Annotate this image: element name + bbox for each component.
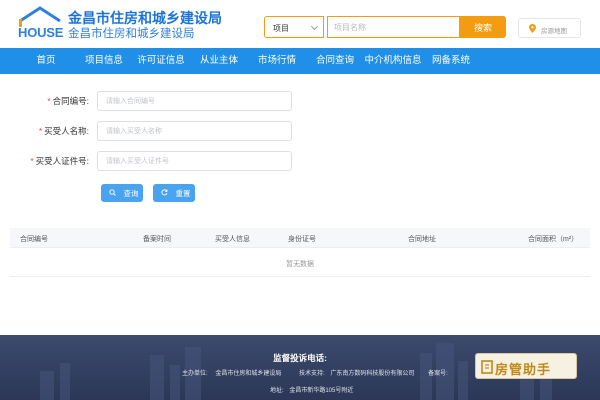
search-input[interactable] (327, 16, 460, 38)
required-mark: * (47, 96, 51, 106)
tech-support-label: 技术支持: (299, 371, 325, 377)
address-label: 地址: (270, 388, 284, 394)
icp-label: 备案号: (428, 371, 448, 377)
column-header: 合同地址 (408, 236, 436, 243)
footer-address-line: 地址: 金昌市新华路105号附近 (0, 385, 600, 394)
column-header: 合同面积（m²） (528, 236, 579, 243)
empty-message: 暂无数据 (286, 261, 314, 268)
main-nav: 首页 项目信息 许可证信息 从业主体 市场行情 合同查询 中介机构信息 网备系统 (0, 48, 600, 74)
contract-number-field[interactable] (97, 91, 292, 111)
nav-item-permits[interactable]: 许可证信息 (137, 48, 185, 74)
required-mark: * (38, 126, 43, 136)
contract-number-row: * 合同编号: (0, 91, 300, 111)
org-subtitle: 金昌市住房和城乡建设局 (68, 28, 195, 40)
nav-item-projects[interactable]: 项目信息 (85, 48, 123, 74)
buyer-id-label: * 买受人证件号: (30, 156, 89, 166)
sponsor-value: 金昌市住房和城乡建设局 (215, 371, 282, 377)
required-mark: * (30, 156, 34, 166)
tech-support-value: 广东南方数码科技股份有限公司 (330, 371, 415, 377)
query-button[interactable]: 查询 (101, 184, 143, 202)
search-box: 项目 搜索 (264, 16, 506, 38)
search-category-value: 项目 (273, 24, 289, 33)
nav-item-practitioners[interactable]: 从业主体 (200, 48, 238, 74)
house-map-label: 房源地图 (541, 28, 567, 35)
empty-table-row: 暂无数据 (10, 249, 590, 277)
housing-assistant-label: 房管助手 (495, 362, 552, 377)
housing-assistant-badge[interactable]: 房管助手 (475, 353, 577, 379)
column-header: 买受人信息 (215, 236, 250, 243)
nav-item-filing-system[interactable]: 网备系统 (432, 48, 470, 74)
search-button[interactable]: 搜索 (460, 16, 506, 38)
query-button-label: 查询 (123, 188, 139, 198)
house-map-button[interactable]: 房源地图 (518, 18, 581, 38)
nav-item-contract-query[interactable]: 合同查询 (316, 48, 354, 74)
chevron-down-icon (310, 22, 319, 31)
search-category-select[interactable]: 项目 (264, 16, 324, 38)
buyer-id-row: * 买受人证件号: (0, 151, 300, 171)
buyer-name-row: * 买受人名称: (0, 121, 300, 141)
house-assistant-icon (481, 360, 493, 374)
address-value: 金昌市新华路105号附近 (289, 388, 354, 394)
column-header: 身份证号 (288, 236, 316, 243)
house-logo[interactable]: HOUSE (16, 6, 64, 40)
page: HOUSE 金昌市住房和城乡建设局 金昌市住房和城乡建设局 项目 搜索 房源地图… (0, 0, 600, 400)
column-header: 合同编号 (20, 236, 48, 243)
reset-button[interactable]: 重置 (153, 184, 195, 202)
site-header: HOUSE 金昌市住房和城乡建设局 金昌市住房和城乡建设局 项目 搜索 房源地图 (0, 0, 600, 48)
nav-item-market[interactable]: 市场行情 (258, 48, 296, 74)
nav-item-agencies[interactable]: 中介机构信息 (364, 48, 421, 74)
reset-button-label: 重置 (175, 188, 191, 198)
nav-item-home[interactable]: 首页 (36, 48, 55, 74)
map-pin-icon (529, 24, 536, 33)
search-icon (109, 189, 116, 196)
buyer-name-field[interactable] (97, 121, 292, 141)
refresh-icon (161, 189, 168, 196)
column-header: 备案时间 (143, 236, 171, 243)
contract-number-label: * 合同编号: (47, 96, 89, 106)
logo-text: HOUSE (18, 25, 64, 40)
buyer-name-label: * 买受人名称: (38, 126, 89, 136)
results-table-header: 合同编号 备案时间 买受人信息 身份证号 合同地址 合同面积（m²） (10, 228, 590, 248)
sponsor-label: 主办单位: (182, 371, 208, 377)
buyer-id-field[interactable] (97, 151, 292, 171)
